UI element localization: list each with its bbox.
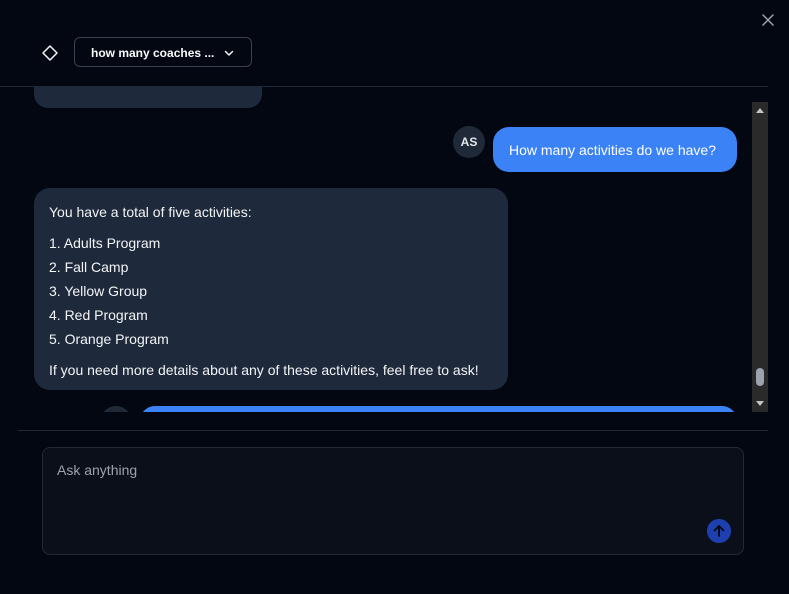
assistant-list-item: 1. Adults Program bbox=[49, 235, 161, 251]
user-avatar: AS bbox=[453, 126, 485, 158]
message-input[interactable] bbox=[55, 460, 699, 544]
user-message: How many activities do we have? bbox=[493, 127, 737, 172]
assistant-message-intro: You have a total of five activities: bbox=[49, 204, 252, 220]
assistant-message-outro: If you need more details about any of th… bbox=[49, 362, 479, 378]
message-composer bbox=[42, 447, 744, 555]
user-message-text: How many activities do we have? bbox=[509, 142, 716, 158]
conversation-select-label: how many coaches ... bbox=[91, 46, 215, 60]
chat-window: how many coaches ... AS How many activit… bbox=[0, 0, 789, 594]
scrollbar-thumb[interactable] bbox=[756, 368, 764, 386]
assistant-list-item: 4. Red Program bbox=[49, 307, 148, 323]
message-list[interactable]: AS How many activities do we have? You h… bbox=[18, 86, 768, 412]
chat-header: how many coaches ... bbox=[0, 0, 768, 87]
message-scrollbar[interactable] bbox=[752, 102, 768, 412]
scroll-up-arrow-icon[interactable] bbox=[752, 104, 768, 118]
conversation-select[interactable]: how many coaches ... bbox=[74, 37, 252, 67]
user-message-partial bbox=[140, 406, 737, 412]
composer-divider bbox=[18, 430, 768, 431]
assistant-list-item: 2. Fall Camp bbox=[49, 259, 129, 275]
arrow-up-icon[interactable] bbox=[707, 519, 731, 543]
diamond-icon bbox=[42, 45, 58, 61]
assistant-list-item: 3. Yellow Group bbox=[49, 283, 148, 299]
assistant-message: You have a total of five activities: 1. … bbox=[34, 188, 508, 390]
user-avatar-partial bbox=[100, 406, 132, 412]
scroll-down-arrow-icon[interactable] bbox=[752, 396, 768, 410]
assistant-list-item: 5. Orange Program bbox=[49, 331, 169, 347]
chevron-down-icon bbox=[224, 50, 234, 56]
previous-assistant-message bbox=[34, 86, 262, 108]
